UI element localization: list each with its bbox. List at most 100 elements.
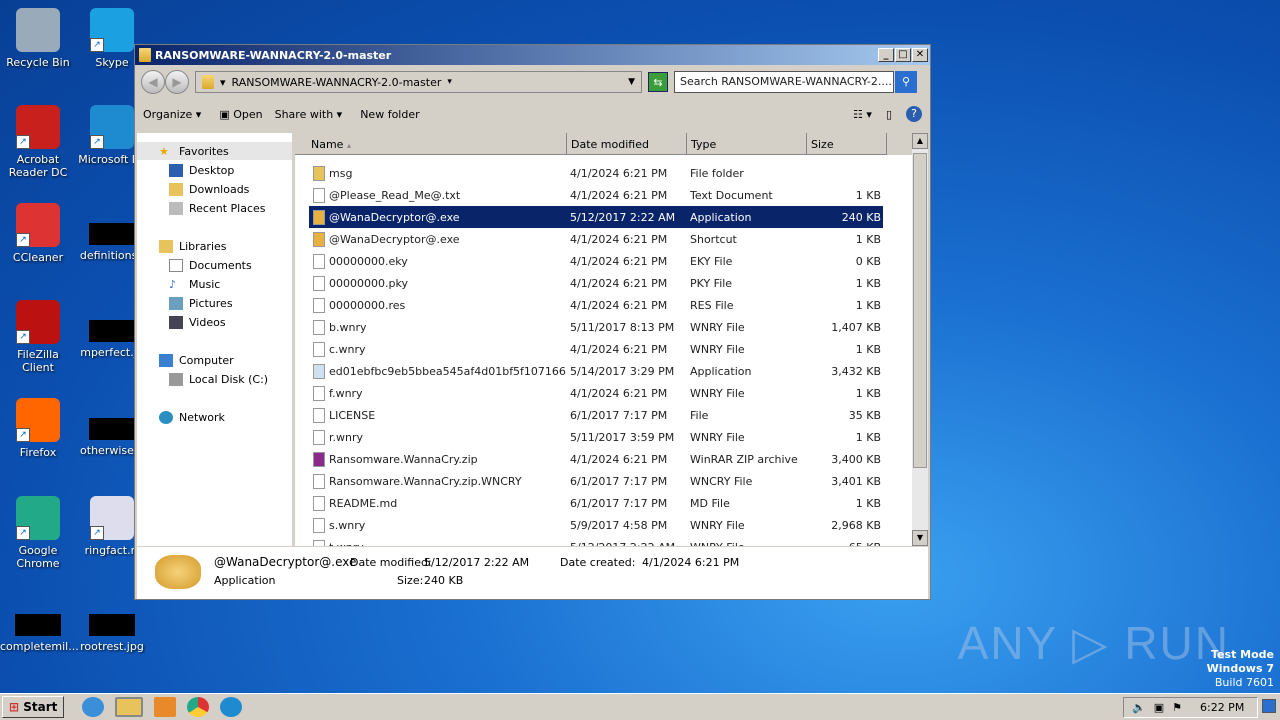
column-header-date[interactable]: Date modified <box>567 133 687 155</box>
open-button[interactable]: ▣ Open <box>219 108 262 121</box>
explorer-window: RANSOMWARE-WANNACRY-2.0-master _ □ ✕ ◀ ▶… <box>134 44 931 600</box>
desktop-icon-firefox[interactable]: ↗ Firefox <box>0 398 76 459</box>
app-icon <box>89 614 135 636</box>
edge-icon[interactable] <box>220 697 243 717</box>
app-icon: ↗ <box>16 203 60 247</box>
address-history-icon[interactable]: ▼ <box>628 77 635 87</box>
organize-button[interactable]: Organize ▾ <box>143 108 201 121</box>
file-file-icon <box>313 407 325 423</box>
vertical-scrollbar[interactable]: ▲ ▼ <box>912 133 928 546</box>
documents-icon <box>169 259 183 272</box>
chevron-down-icon[interactable]: ▾ <box>447 77 452 87</box>
nav-music[interactable]: ♪ Music <box>169 278 220 291</box>
file-row[interactable]: r.wnry 5/11/2017 3:59 PM WNRY File 1 KB <box>309 426 883 448</box>
search-input[interactable]: Search RANSOMWARE-WANNACRY-2.... ⚲ <box>674 71 917 93</box>
file-row[interactable]: ed01ebfbc9eb5bbea545af4d01bf5f1071661...… <box>309 360 883 382</box>
desktop-icon-recycle-bin[interactable]: Recycle Bin <box>0 8 76 69</box>
minimize-button[interactable]: _ <box>878 48 894 62</box>
nav-computer[interactable]: Computer <box>159 354 234 367</box>
details-created-label: Date created: <box>560 556 636 569</box>
file-type: WinRAR ZIP archive <box>690 452 798 466</box>
file-row[interactable]: 00000000.res 4/1/2024 6:21 PM RES File 1 KB <box>309 294 883 316</box>
maximize-button[interactable]: □ <box>895 48 911 62</box>
volume-icon[interactable]: 🔈 <box>1132 701 1146 714</box>
file-name: @Please_Read_Me@.txt <box>329 188 461 202</box>
nav-pictures[interactable]: Pictures <box>169 297 233 310</box>
file-row[interactable]: @WanaDecryptor@.exe 4/1/2024 6:21 PM Short… <box>309 228 883 250</box>
scroll-up-button[interactable]: ▲ <box>912 133 928 149</box>
nav-label: Videos <box>189 316 226 329</box>
file-row[interactable]: b.wnry 5/11/2017 8:13 PM WNRY File 1,407 KB <box>309 316 883 338</box>
explorer-taskbar-icon[interactable] <box>115 697 144 717</box>
desktop-icon-label: FileZilla Client <box>17 348 59 374</box>
chrome-icon[interactable] <box>187 697 210 717</box>
file-date: 5/11/2017 8:13 PM <box>570 320 675 334</box>
file-type: WNRY File <box>690 518 745 532</box>
nav-favorites[interactable]: ★ Favorites <box>159 145 229 158</box>
file-row[interactable]: s.wnry 5/9/2017 4:58 PM WNRY File 2,968 KB <box>309 514 883 536</box>
close-button[interactable]: ✕ <box>912 48 928 62</box>
file-row[interactable]: LICENSE 6/1/2017 7:17 PM File 35 KB <box>309 404 883 426</box>
clock[interactable]: 6:22 PM <box>1200 701 1244 714</box>
file-row[interactable]: c.wnry 4/1/2024 6:21 PM WNRY File 1 KB <box>309 338 883 360</box>
network-tray-icon[interactable]: ▣ <box>1154 701 1164 714</box>
file-row[interactable]: t.wnry 5/12/2017 2:22 AMWNRY File65 KB <box>309 536 883 546</box>
nav-local-disk[interactable]: Local Disk (C:) <box>169 373 268 386</box>
scroll-down-button[interactable]: ▼ <box>912 530 928 546</box>
view-options-icon[interactable]: ☷ ▾ <box>853 108 872 121</box>
breadcrumb[interactable]: RANSOMWARE-WANNACRY-2.0-master <box>232 76 442 89</box>
shortcut-arrow-icon: ↗ <box>90 38 104 52</box>
file-size: 1 KB <box>855 298 881 312</box>
nav-downloads[interactable]: Downloads <box>169 183 249 196</box>
star-icon: ★ <box>159 145 169 158</box>
nav-desktop[interactable]: Desktop <box>169 164 234 177</box>
nav-documents[interactable]: Documents <box>169 259 252 272</box>
file-row[interactable]: msg 4/1/2024 6:21 PM File folder <box>309 162 883 184</box>
ie-icon[interactable] <box>82 697 105 717</box>
details-type: Application <box>214 574 276 587</box>
show-desktop-button[interactable] <box>1262 699 1276 713</box>
nav-recent-places[interactable]: Recent Places <box>169 202 266 215</box>
refresh-icon[interactable]: ⇆ <box>648 72 668 92</box>
desktop-icon-ccleaner[interactable]: ↗ CCleaner <box>0 203 76 264</box>
file-row[interactable]: @Please_Read_Me@.txt 4/1/2024 6:21 PM Text… <box>309 184 883 206</box>
start-button[interactable]: ⊞ Start <box>2 696 65 718</box>
desktop-icon-acrobat-reader-dc[interactable]: ↗ Acrobat Reader DC <box>0 105 76 179</box>
scroll-thumb[interactable] <box>913 153 927 468</box>
media-player-icon[interactable] <box>154 697 177 717</box>
back-button[interactable]: ◀ <box>141 70 165 94</box>
desktop-icon-completemil-[interactable]: completemil... <box>0 594 79 653</box>
nav-videos[interactable]: Videos <box>169 316 226 329</box>
new-folder-button[interactable]: New folder <box>360 108 419 121</box>
nav-libraries[interactable]: Libraries <box>159 240 227 253</box>
file-row[interactable]: 00000000.pky 4/1/2024 6:21 PM PKY File 1 KB <box>309 272 883 294</box>
desktop-icon-rootrest-jpg[interactable]: rootrest.jpg <box>74 594 150 653</box>
share-with-button[interactable]: Share with ▾ <box>275 108 343 121</box>
file-row[interactable]: @WanaDecryptor@.exe 5/12/2017 2:22 AM Appl… <box>309 206 883 228</box>
action-center-flag-icon[interactable]: ⚑ <box>1172 701 1182 714</box>
file-row[interactable]: README.md 6/1/2017 7:17 PM MD File 1 KB <box>309 492 883 514</box>
forward-button[interactable]: ▶ <box>165 70 189 94</box>
search-icon[interactable]: ⚲ <box>895 71 917 93</box>
column-header-size[interactable]: Size <box>807 133 887 155</box>
search-placeholder: Search RANSOMWARE-WANNACRY-2.... <box>680 75 892 88</box>
nav-network[interactable]: Network <box>159 411 225 424</box>
title-bar[interactable]: RANSOMWARE-WANNACRY-2.0-master _ □ ✕ <box>135 45 930 65</box>
file-row[interactable]: f.wnry 4/1/2024 6:21 PM WNRY File 1 KB <box>309 382 883 404</box>
help-icon[interactable]: ? <box>906 106 922 122</box>
address-bar[interactable]: ▾ RANSOMWARE-WANNACRY-2.0-master ▾ ▼ <box>195 71 642 93</box>
file-file-icon <box>313 297 325 313</box>
breadcrumb-chevron-icon[interactable]: ▾ <box>220 76 226 89</box>
file-date: 4/1/2024 6:21 PM <box>570 342 668 356</box>
file-name: @WanaDecryptor@.exe <box>329 232 460 246</box>
nav-label: Computer <box>179 354 234 367</box>
desktop-icon-filezilla-client[interactable]: ↗ FileZilla Client <box>0 300 76 374</box>
desktop-icon-google-chrome[interactable]: ↗ Google Chrome <box>0 496 76 570</box>
file-row[interactable]: Ransomware.WannaCry.zip.WNCRY 6/1/2017 7:… <box>309 470 883 492</box>
file-row[interactable]: 00000000.eky 4/1/2024 6:21 PM EKY File 0 KB <box>309 250 883 272</box>
preview-pane-icon[interactable]: ▯ <box>886 108 892 121</box>
nav-label: Libraries <box>179 240 227 253</box>
column-header-name[interactable]: Name ▴ <box>295 133 567 155</box>
file-row[interactable]: Ransomware.WannaCry.zip 4/1/2024 6:21 PM W… <box>309 448 883 470</box>
column-header-type[interactable]: Type <box>687 133 807 155</box>
